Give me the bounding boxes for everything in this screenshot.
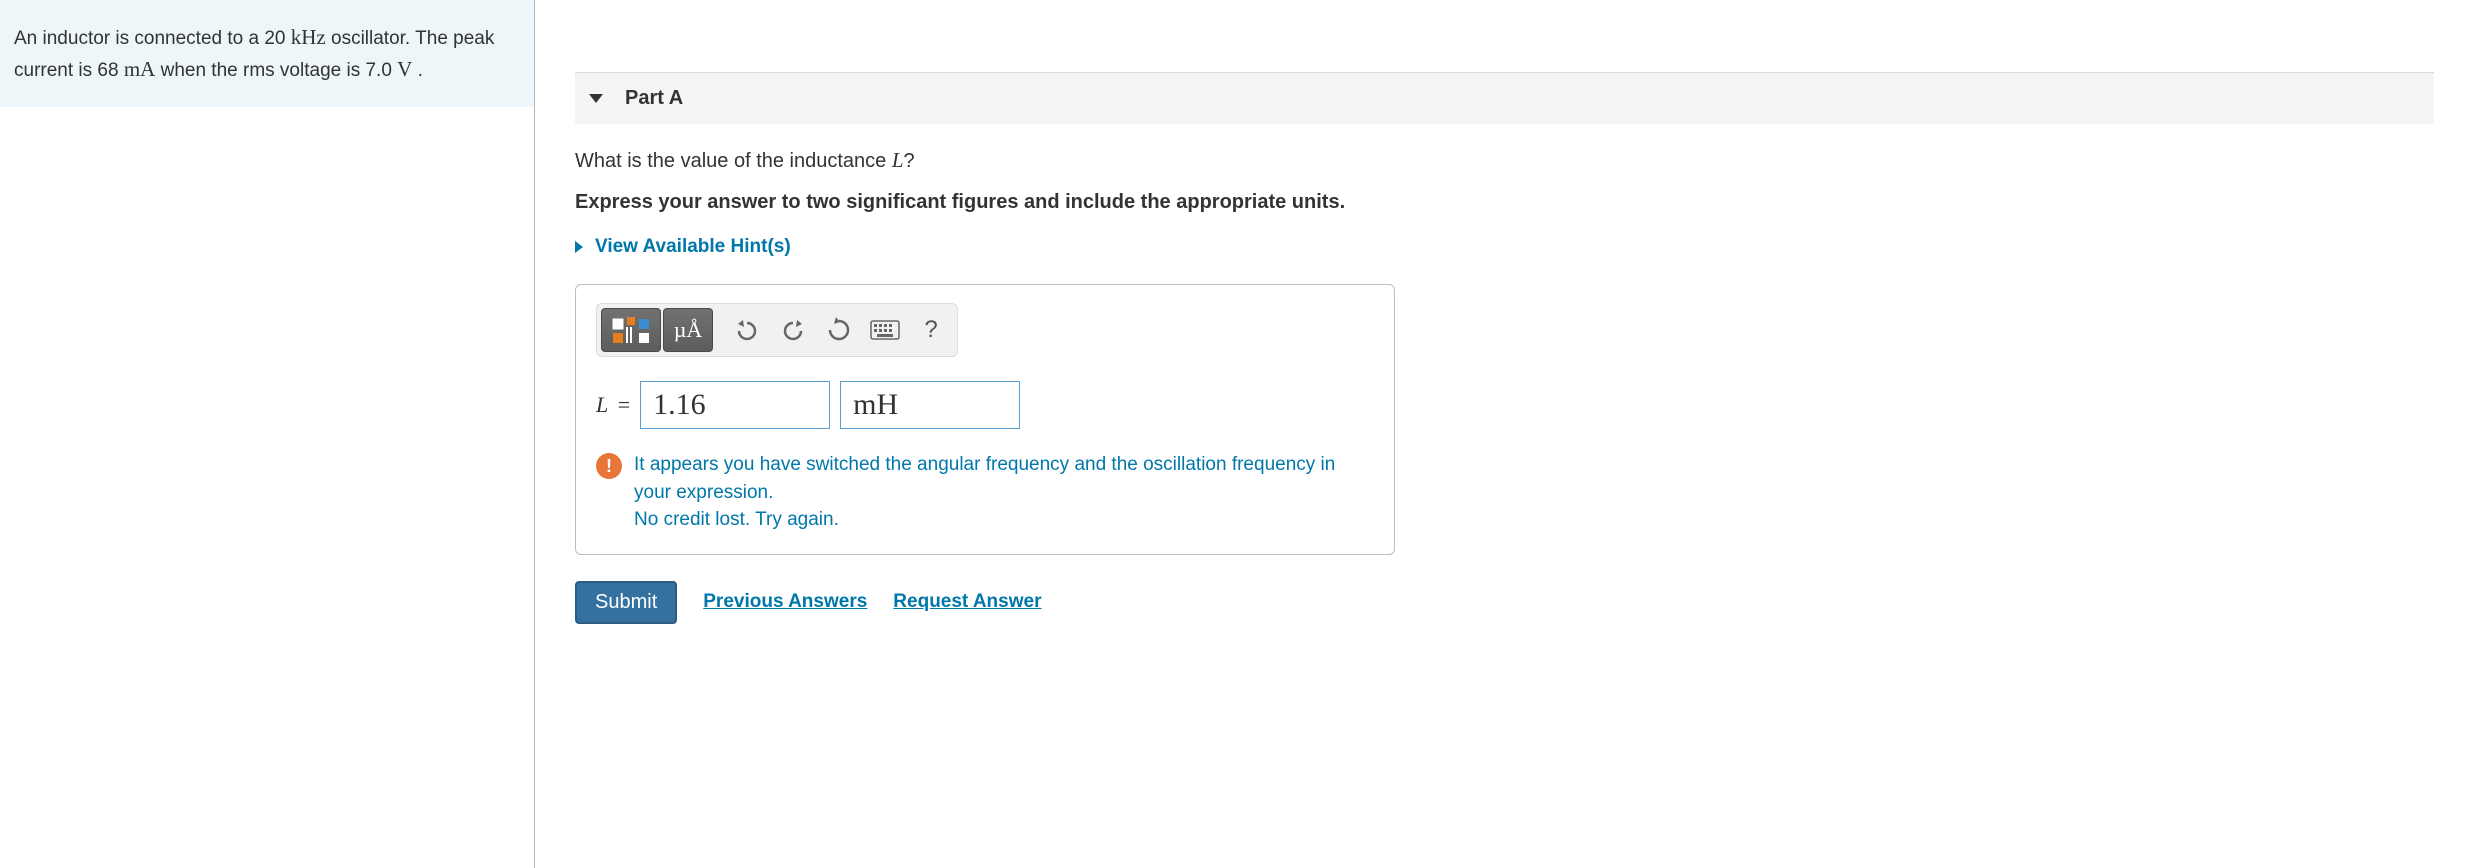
part-header-wrap: Part A	[575, 72, 2434, 124]
previous-answers-link[interactable]: Previous Answers	[703, 591, 867, 613]
problem-text-1: An inductor is connected to a 20	[14, 28, 291, 49]
answer-box: µÅ ? L =	[575, 284, 1395, 555]
problem-text-4: .	[412, 60, 423, 81]
templates-button[interactable]	[601, 308, 661, 352]
part-body: What is the value of the inductance L? E…	[575, 124, 2434, 624]
reset-button[interactable]	[817, 308, 861, 352]
answer-eq: =	[612, 392, 630, 417]
instruction-text: Express your answer to two significant f…	[575, 191, 2434, 214]
keyboard-button[interactable]	[863, 308, 907, 352]
undo-button[interactable]	[725, 308, 769, 352]
problem-text-3: when the rms voltage is 7.0	[155, 60, 397, 81]
warning-icon: !	[596, 453, 622, 479]
question-variable: L	[892, 148, 904, 172]
hints-label: View Available Hint(s)	[595, 236, 791, 258]
value-input[interactable]	[640, 381, 830, 429]
help-label: ?	[924, 316, 937, 344]
redo-button[interactable]	[771, 308, 815, 352]
current-unit: mA	[124, 57, 156, 81]
caret-right-icon	[575, 241, 583, 253]
part-a-header[interactable]: Part A	[575, 73, 2434, 124]
request-answer-link[interactable]: Request Answer	[893, 591, 1041, 613]
submit-button[interactable]: Submit	[575, 581, 677, 624]
left-pane: An inductor is connected to a 20 kHz osc…	[0, 0, 535, 868]
answer-var: L	[596, 392, 608, 417]
view-hints-toggle[interactable]: View Available Hint(s)	[575, 236, 2434, 258]
freq-unit: kHz	[291, 25, 326, 49]
feedback-line2: No credit lost. Try again.	[634, 509, 839, 530]
caret-down-icon	[589, 94, 603, 103]
feedback-message: ! It appears you have switched the angul…	[596, 451, 1374, 534]
part-title: Part A	[625, 87, 683, 110]
answer-prefix: L =	[596, 392, 630, 418]
equation-toolbar: µÅ ?	[596, 303, 958, 357]
question-before: What is the value of the inductance	[575, 150, 892, 172]
problem-statement: An inductor is connected to a 20 kHz osc…	[0, 0, 534, 107]
units-button-label: µÅ	[674, 317, 703, 343]
right-pane: Part A What is the value of the inductan…	[535, 0, 2474, 868]
help-button[interactable]: ?	[909, 308, 953, 352]
action-row: Submit Previous Answers Request Answer	[575, 581, 2434, 624]
feedback-text: It appears you have switched the angular…	[634, 451, 1374, 534]
units-button[interactable]: µÅ	[663, 308, 713, 352]
answer-input-row: L =	[596, 381, 1374, 429]
voltage-unit: V	[397, 57, 412, 81]
feedback-line1: It appears you have switched the angular…	[634, 454, 1335, 503]
question-text: What is the value of the inductance L?	[575, 148, 2434, 173]
unit-input[interactable]	[840, 381, 1020, 429]
question-after: ?	[904, 150, 915, 172]
